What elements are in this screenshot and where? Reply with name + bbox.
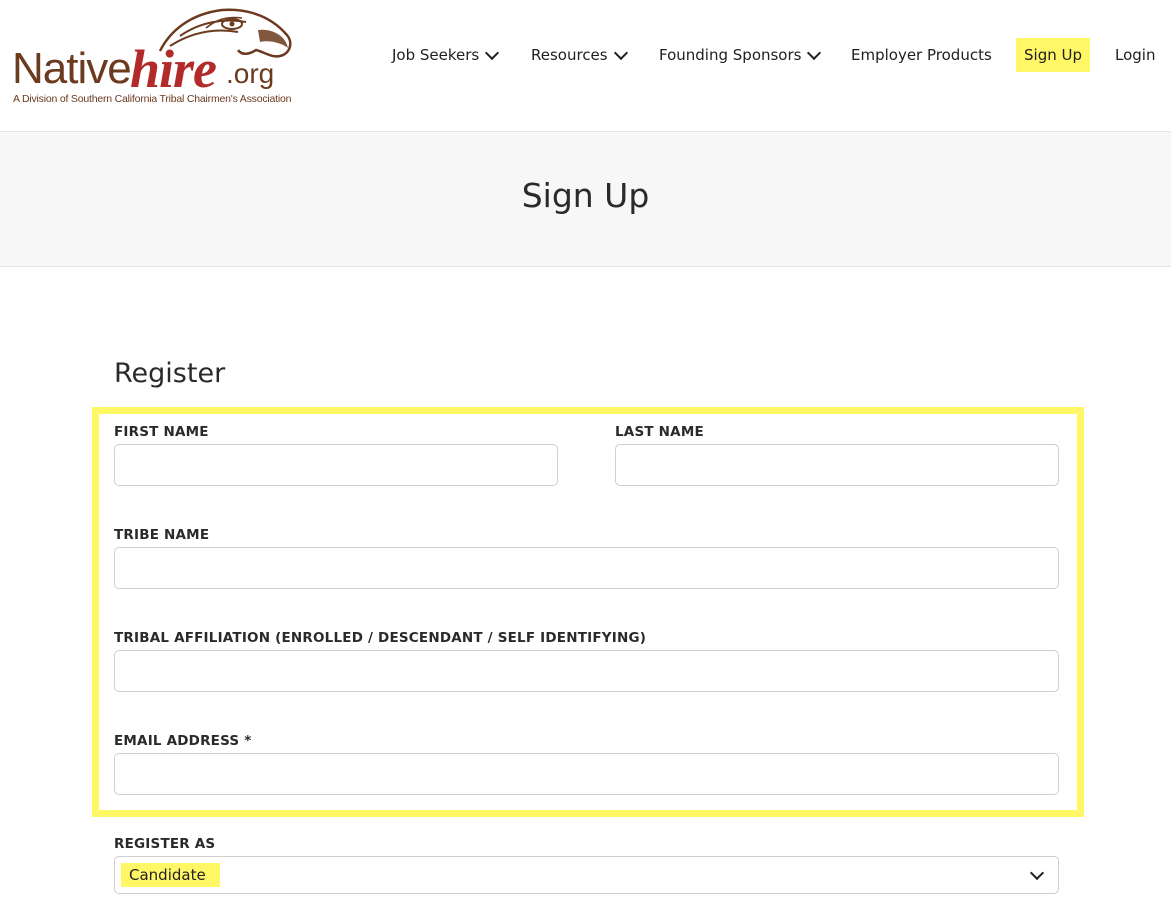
nav-login-label: Login — [1115, 46, 1156, 64]
tribe-name-input[interactable] — [114, 547, 1059, 589]
chevron-down-icon — [807, 45, 822, 60]
email-input[interactable] — [114, 753, 1059, 795]
page-title-band: Sign Up — [0, 132, 1171, 267]
first-name-label: FIRST NAME — [114, 424, 209, 440]
logo-text-hire: hire — [130, 39, 217, 99]
nav-job-seekers[interactable]: Job Seekers — [392, 38, 500, 72]
tribal-affiliation-input[interactable] — [114, 650, 1059, 692]
last-name-label: LAST NAME — [615, 424, 704, 440]
nav-sign-up-label: Sign Up — [1024, 46, 1082, 64]
first-name-input[interactable] — [114, 444, 558, 486]
last-name-input[interactable] — [615, 444, 1059, 486]
nav-employer-products[interactable]: Employer Products — [851, 38, 992, 72]
chevron-down-icon — [485, 45, 500, 60]
logo-text-org: .org — [226, 58, 275, 89]
email-label: EMAIL ADDRESS * — [114, 733, 252, 749]
register-as-select[interactable]: Candidate — [114, 856, 1059, 894]
logo-tagline: A Division of Southern California Tribal… — [13, 93, 292, 105]
nav-sign-up[interactable]: Sign Up — [1016, 38, 1090, 72]
page-title: Sign Up — [521, 176, 650, 215]
tribal-affiliation-label: TRIBAL AFFILIATION (ENROLLED / DESCENDAN… — [114, 630, 647, 646]
tribe-name-label: TRIBE NAME — [114, 527, 210, 543]
register-heading: Register — [114, 358, 226, 389]
chevron-down-icon — [613, 45, 628, 60]
chevron-down-icon — [1029, 865, 1045, 881]
nav-job-seekers-label: Job Seekers — [392, 46, 480, 64]
site-header: Native hire .org A Division of Southern … — [0, 0, 1171, 132]
nav-login[interactable]: Login — [1115, 38, 1155, 72]
logo-text-native: Native — [12, 44, 132, 93]
register-as-selected-value: Candidate — [121, 863, 220, 887]
nav-founding-sponsors[interactable]: Founding Sponsors — [659, 38, 822, 72]
nativehire-logo[interactable]: Native hire .org A Division of Southern … — [10, 6, 295, 110]
nav-resources-label: Resources — [531, 46, 608, 64]
nav-resources[interactable]: Resources — [531, 38, 628, 72]
nav-founding-sponsors-label: Founding Sponsors — [659, 46, 802, 64]
register-as-label: REGISTER AS — [114, 836, 216, 852]
nav-employer-products-label: Employer Products — [851, 46, 992, 64]
